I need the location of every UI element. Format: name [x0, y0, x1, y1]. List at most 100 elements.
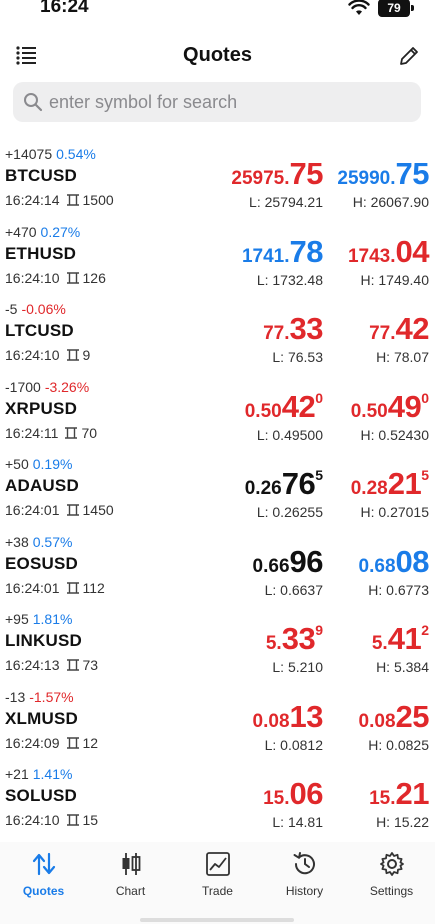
status-bar: 16:24 79 — [0, 0, 435, 20]
bid-pipette: 0 — [315, 389, 323, 406]
spread-icon — [66, 659, 79, 671]
quote-time: 16:24:10 126 — [5, 270, 106, 286]
time-value: 16:24:10 — [5, 347, 60, 363]
quote-time: 16:24:10 9 — [5, 347, 90, 363]
ask-small-digits: 15. — [369, 788, 396, 809]
ask-price[interactable]: 0.0825 — [358, 698, 430, 735]
symbol-name: LTCUSD — [5, 321, 74, 340]
quotes-list[interactable]: +14075 0.54% BTCUSD 16:24:14 1500 25975.7… — [0, 140, 435, 838]
tab-history[interactable]: History — [261, 850, 348, 898]
bid-price[interactable]: 0.26765 — [245, 466, 323, 502]
spread-value: 1450 — [82, 502, 114, 518]
quote-row[interactable]: -13 -1.57% XLMUSD 16:24:09 12 0.0813 0.08… — [0, 683, 435, 761]
ask-price[interactable]: 15.21 — [369, 776, 429, 812]
quote-row[interactable]: +21 1.41% SOLUSD 16:24:10 15 15.06 15.21 … — [0, 760, 435, 838]
high-price: H: 5.384 — [376, 659, 429, 675]
ask-small-digits: 0.68 — [358, 555, 396, 577]
history-clock-icon — [293, 852, 315, 875]
ask-price[interactable]: 0.6808 — [358, 544, 430, 580]
quote-time: 16:24:01 1450 — [5, 502, 114, 518]
bid-big-digits: 96 — [289, 543, 324, 579]
change-value: +38 0.57% — [5, 534, 72, 550]
high-price: H: 26067.90 — [352, 194, 429, 210]
bid-price[interactable]: 0.0813 — [253, 699, 324, 735]
change-value: +95 1.81% — [5, 611, 72, 627]
bid-price[interactable]: 25975.75 — [231, 156, 323, 192]
ask-big-digits: 25 — [395, 698, 430, 734]
low-price: L: 5.210 — [272, 659, 323, 675]
bid-small-digits: 0.66 — [252, 555, 290, 577]
symbol-name: LINKUSD — [5, 631, 82, 650]
time-value: 16:24:10 — [5, 812, 60, 828]
quote-row[interactable]: +14075 0.54% BTCUSD 16:24:14 1500 25975.7… — [0, 140, 435, 218]
quote-row[interactable]: +50 0.19% ADAUSD 16:24:01 1450 0.26765 0.… — [0, 450, 435, 528]
tab-label: Chart — [115, 884, 146, 898]
quote-row[interactable]: +38 0.57% EOSUSD 16:24:01 112 0.6696 0.68… — [0, 528, 435, 606]
bid-price[interactable]: 77.33 — [263, 311, 323, 347]
ask-pipette: 2 — [421, 622, 429, 638]
bid-big-digits: 33 — [281, 621, 316, 656]
low-price: L: 14.81 — [272, 814, 323, 830]
low-price: L: 76.53 — [272, 349, 323, 365]
candlestick-icon — [122, 853, 140, 875]
spread-value: 70 — [81, 424, 98, 441]
quotes-arrows-icon — [32, 852, 55, 876]
ask-big-digits: 21 — [395, 776, 430, 811]
spread-icon — [66, 581, 79, 594]
pencil-icon[interactable] — [397, 44, 421, 68]
percent-change: 1.41% — [32, 766, 73, 782]
quote-row[interactable]: -1700 -3.26% XRPUSD 16:24:11 70 0.50420 0… — [0, 373, 435, 451]
tab-quotes[interactable]: Quotes — [0, 850, 87, 898]
search-box — [13, 82, 421, 122]
quote-row[interactable]: +470 0.27% ETHUSD 16:24:10 126 1741.78 17… — [0, 218, 435, 296]
symbol-name: SOLUSD — [5, 786, 78, 805]
ask-small-digits: 0.08 — [358, 710, 396, 732]
search-input[interactable] — [49, 91, 409, 113]
bid-big-digits: 06 — [289, 776, 324, 811]
spread-icon — [66, 814, 79, 826]
low-price: L: 0.0812 — [264, 736, 323, 753]
tab-label: History — [285, 884, 324, 898]
ask-price[interactable]: 77.42 — [369, 311, 429, 347]
time-value: 16:24:10 — [5, 269, 60, 286]
bid-price[interactable]: 0.6696 — [252, 543, 324, 580]
symbol-name: ADAUSD — [5, 476, 79, 495]
ask-price[interactable]: 25990.75 — [337, 156, 429, 192]
ask-price[interactable]: 0.28215 — [351, 466, 429, 502]
bid-big-digits: 78 — [289, 233, 324, 269]
points-change: +470 — [5, 223, 37, 240]
bid-price[interactable]: 0.50420 — [245, 389, 323, 425]
time-value: 16:24:01 — [5, 502, 60, 518]
spread-icon — [66, 349, 79, 361]
ask-price[interactable]: 5.412 — [372, 621, 429, 657]
high-price: H: 0.0825 — [368, 736, 429, 753]
bid-small-digits: 0.50 — [244, 400, 282, 422]
ask-small-digits: 5. — [371, 633, 388, 654]
bid-small-digits: 5. — [265, 633, 282, 654]
ask-price[interactable]: 1743.04 — [347, 234, 430, 270]
search-icon — [24, 93, 43, 112]
bid-price[interactable]: 5.339 — [266, 621, 323, 657]
high-price: H: 0.52430 — [360, 426, 430, 443]
ask-small-digits: 1743. — [347, 245, 396, 267]
quote-time: 16:24:14 1500 — [5, 192, 114, 208]
ask-big-digits: 21 — [387, 466, 422, 501]
change-value: +470 0.27% — [5, 224, 80, 240]
quote-row[interactable]: +95 1.81% LINKUSD 16:24:13 73 5.339 5.412… — [0, 605, 435, 683]
bid-big-digits: 42 — [281, 388, 316, 424]
spread-value: 126 — [82, 269, 106, 286]
ask-pipette: 5 — [421, 467, 429, 483]
change-value: +21 1.41% — [5, 766, 72, 782]
quote-row[interactable]: -5 -0.06% LTCUSD 16:24:10 9 77.33 77.42 L… — [0, 295, 435, 373]
tab-chart[interactable]: Chart — [87, 850, 174, 898]
points-change: +50 — [5, 456, 29, 472]
wifi-icon — [348, 0, 370, 15]
bid-price[interactable]: 1741.78 — [242, 233, 324, 270]
tab-trade[interactable]: Trade — [174, 850, 261, 898]
high-price: H: 0.6773 — [368, 581, 429, 598]
change-value: +50 0.19% — [5, 456, 72, 472]
bid-price[interactable]: 15.06 — [263, 776, 323, 812]
ask-price[interactable]: 0.50490 — [351, 389, 429, 425]
tab-settings[interactable]: Settings — [348, 850, 435, 898]
spread-value: 12 — [82, 734, 99, 751]
